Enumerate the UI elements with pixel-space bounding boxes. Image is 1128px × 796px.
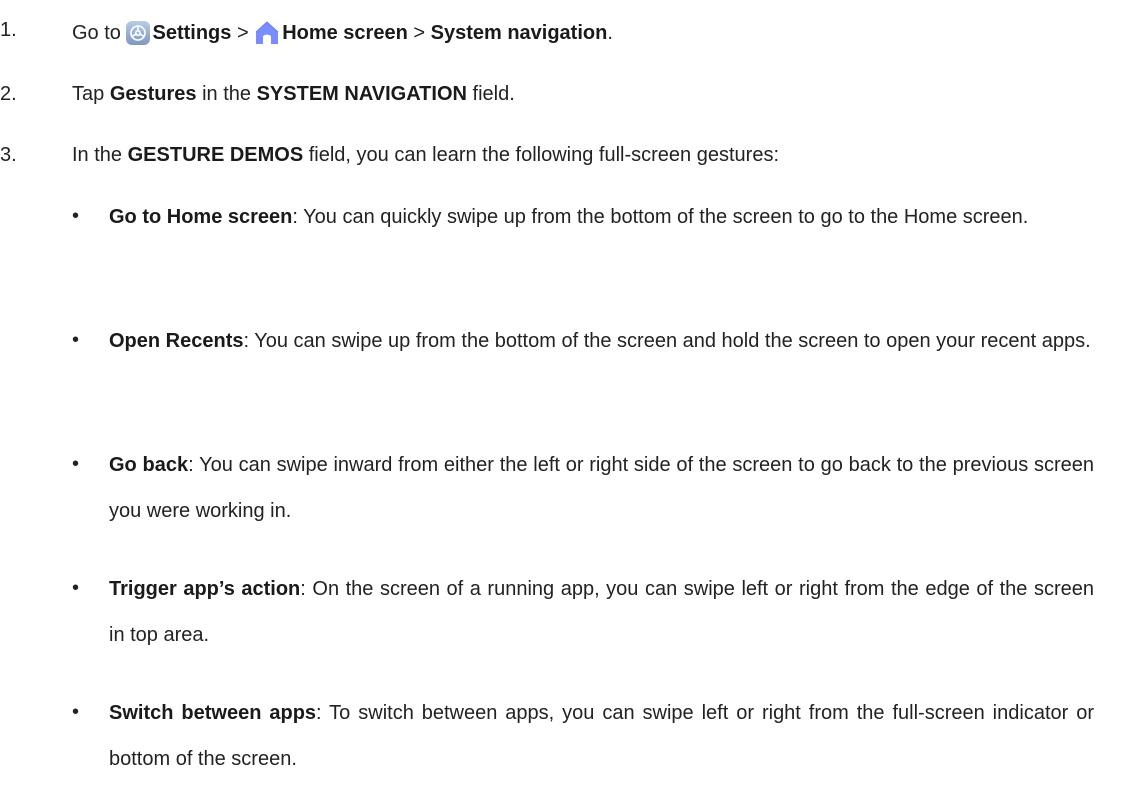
- bullet-text: Go to Home screen: You can quickly swipe…: [109, 194, 1094, 240]
- bullet-body: : You can quickly swipe up from the bott…: [292, 206, 1029, 228]
- step-number: 3.: [0, 144, 17, 166]
- step-text-mid: in the: [196, 83, 257, 105]
- home-icon: [254, 19, 280, 51]
- settings-label: Settings: [152, 22, 232, 44]
- bullet-title: Open Recents: [109, 330, 244, 352]
- bullet-title: Switch between apps: [109, 702, 317, 724]
- document: 1. Go to Settings > Home screen > System…: [0, 0, 1128, 796]
- bullet-body: : You can swipe up from the bottom of th…: [243, 330, 1091, 352]
- separator: >: [231, 22, 255, 44]
- punctuation: .: [607, 22, 613, 44]
- bullet-text: Trigger app’s action: On the screen of a…: [109, 566, 1094, 658]
- settings-gear-icon: [126, 21, 151, 51]
- bullet-text: Open Recents: You can swipe up from the …: [109, 318, 1094, 364]
- bullet-text: Go back: You can swipe inward from eithe…: [109, 442, 1094, 534]
- step-text-end: field.: [466, 83, 515, 105]
- system-navigation-label: System navigation: [430, 22, 608, 44]
- bullet-title: Go to Home screen: [109, 206, 293, 228]
- step-text-pre: In the: [72, 144, 128, 166]
- step-number: 1.: [0, 19, 17, 41]
- step-text: Tap Gestures in the SYSTEM NAVIGATION fi…: [72, 83, 515, 106]
- bullet-marker: •: [72, 453, 80, 475]
- bullet-title: Go back: [109, 454, 189, 476]
- separator: >: [407, 22, 431, 44]
- step-text: In the GESTURE DEMOS field, you can lear…: [72, 144, 779, 167]
- step-text-pre: Tap: [72, 83, 110, 105]
- bullet-marker: •: [72, 701, 80, 723]
- home-screen-label: Home screen: [282, 22, 408, 44]
- bullet-marker: •: [72, 577, 80, 599]
- step-text-end: field, you can learn the following full-…: [303, 144, 779, 166]
- bullet-marker: •: [72, 205, 80, 227]
- bullet-title: Trigger app’s action: [109, 578, 301, 600]
- step-text: Go to Settings > Home screen > System na…: [72, 19, 613, 51]
- bullet-marker: •: [72, 329, 80, 351]
- bullet-text: Switch between apps: To switch between a…: [109, 690, 1094, 782]
- gesture-demos-label: GESTURE DEMOS: [127, 144, 304, 166]
- step-text-pre: Go to: [72, 22, 127, 44]
- gestures-label: Gestures: [109, 83, 197, 105]
- bullet-body: : You can swipe inward from either the l…: [109, 454, 1094, 522]
- system-navigation-field-label: SYSTEM NAVIGATION: [256, 83, 467, 105]
- step-number: 2.: [0, 83, 17, 105]
